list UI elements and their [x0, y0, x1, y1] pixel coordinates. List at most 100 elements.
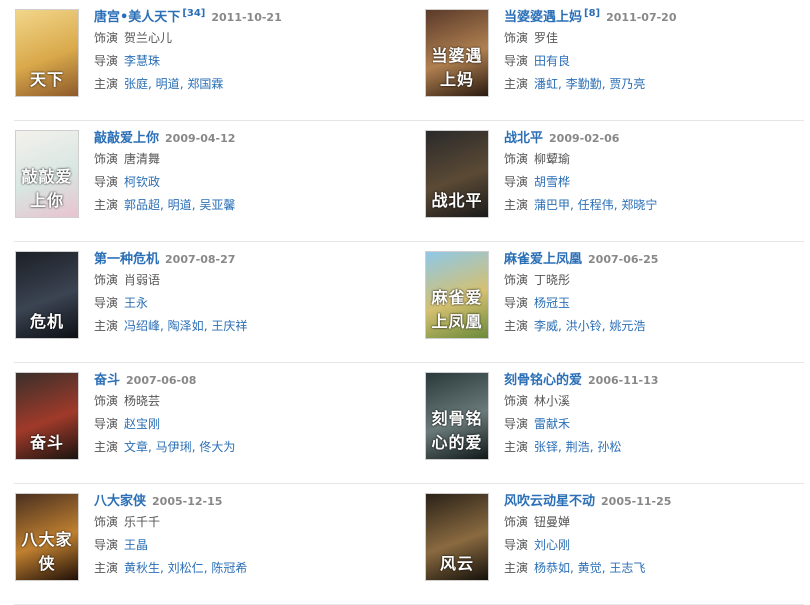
person-link[interactable]: 张铎 — [534, 440, 558, 454]
role-name: 丁晓彤 — [534, 273, 571, 287]
poster-image[interactable]: 风云 — [425, 493, 489, 581]
role-name: 贺兰心儿 — [124, 31, 173, 45]
director-line: 导演 赵宝刚 — [94, 413, 404, 436]
person-link[interactable]: 陶泽如 — [168, 319, 204, 333]
person-link[interactable]: 孙松 — [597, 440, 621, 454]
poster-title-text: 八大家侠 — [21, 530, 73, 573]
title-line: 麻雀爱上凤凰 2007-06-25 — [504, 249, 810, 269]
person-link[interactable]: 雷献禾 — [534, 417, 570, 431]
drama-title-link[interactable]: 刻骨铭心的爱 — [504, 373, 582, 388]
title-line: 当婆婆遇上妈 [8] 2011-07-20 — [504, 7, 810, 27]
poster-title-text: 麻雀爱上凤凰 — [431, 288, 483, 331]
title-line: 风吹云动星不动 2005-11-25 — [504, 491, 810, 511]
person-link[interactable]: 蒲巴甲 — [534, 198, 570, 212]
person-link[interactable]: 张庭 — [124, 77, 148, 91]
poster-image[interactable]: 当婆遇上妈 — [425, 9, 489, 97]
person-link[interactable]: 王永 — [124, 296, 148, 310]
person-link[interactable]: 黄觉 — [578, 561, 602, 575]
person-link[interactable]: 冯绍峰 — [124, 319, 160, 333]
poster-image[interactable]: 刻骨铭心的爱 — [425, 372, 489, 460]
person-link[interactable]: 佟大为 — [199, 440, 235, 454]
person-link[interactable]: 刘心刚 — [534, 538, 570, 552]
name-separator: , — [558, 77, 566, 91]
release-date: 2007-08-27 — [165, 253, 236, 266]
person-link[interactable]: 荆浩 — [566, 440, 590, 454]
poster-title-text: 危机 — [29, 312, 64, 331]
meta-label: 主演 — [504, 561, 529, 575]
person-link[interactable]: 文章 — [124, 440, 148, 454]
drama-title-link[interactable]: 八大家侠 — [94, 494, 146, 509]
director-line: 导演 李慧珠 — [94, 50, 404, 73]
person-link[interactable]: 郑国霖 — [187, 77, 223, 91]
drama-title-link[interactable]: 战北平 — [504, 131, 543, 146]
episode-count-link[interactable]: [8] — [584, 8, 600, 19]
director-line: 导演 田有良 — [504, 50, 810, 73]
drama-info: 唐宫•美人天下 [34] 2011-10-21 饰演 贺兰心儿 导演 李慧珠 主演 张庭, 明道… — [94, 7, 404, 96]
person-link[interactable]: 明道 — [168, 198, 192, 212]
person-link[interactable]: 贾乃亮 — [609, 77, 645, 91]
person-link[interactable]: 马伊琍 — [156, 440, 192, 454]
role-name: 钮曼婵 — [534, 515, 571, 529]
person-link[interactable]: 柯钦政 — [124, 175, 160, 189]
person-link[interactable]: 王志飞 — [609, 561, 645, 575]
person-link[interactable]: 田有良 — [534, 54, 570, 68]
poster-title-text: 当婆遇上妈 — [431, 46, 483, 89]
meta-label: 主演 — [94, 77, 119, 91]
poster-image[interactable]: 危机 — [15, 251, 79, 339]
person-link[interactable]: 李勤勤 — [566, 77, 602, 91]
poster-image[interactable]: 八大家侠 — [15, 493, 79, 581]
drama-item: 八大家侠 八大家侠 2005-12-15 饰演 乐千千 导演 王晶 主演 黄秋生, 刘松仁, 陈… — [15, 491, 405, 601]
role-line: 饰演 杨晓芸 — [94, 390, 404, 413]
drama-info: 麻雀爱上凤凰 2007-06-25 饰演 丁晓彤 导演 杨冠玉 主演 李威, 洪小铃, 姚元浩 — [504, 249, 810, 338]
person-link[interactable]: 陈冠希 — [211, 561, 247, 575]
poster-image[interactable]: 战北平 — [425, 130, 489, 218]
drama-title-link[interactable]: 奋斗 — [94, 373, 120, 388]
person-link[interactable]: 洪小铃 — [566, 319, 602, 333]
person-link[interactable]: 郭品超 — [124, 198, 160, 212]
person-link[interactable]: 吴亚馨 — [199, 198, 235, 212]
director-line: 导演 柯钦政 — [94, 171, 404, 194]
person-link[interactable]: 黄秋生 — [124, 561, 160, 575]
person-link[interactable]: 潘虹 — [534, 77, 558, 91]
title-line: 奋斗 2007-06-08 — [94, 370, 404, 390]
poster-image[interactable]: 敲敲爱上你 — [15, 130, 79, 218]
person-link[interactable]: 明道 — [156, 77, 180, 91]
poster-title-text: 刻骨铭心的爱 — [431, 409, 483, 452]
poster-title-text: 战北平 — [431, 191, 483, 210]
drama-title-link[interactable]: 第一种危机 — [94, 252, 159, 267]
poster-image[interactable]: 麻雀爱上凤凰 — [425, 251, 489, 339]
person-link[interactable]: 杨恭如 — [534, 561, 570, 575]
person-link[interactable]: 任程伟 — [578, 198, 614, 212]
director-line: 导演 胡雪桦 — [504, 171, 810, 194]
drama-title-link[interactable]: 麻雀爱上凤凰 — [504, 252, 582, 267]
drama-list: 天下 唐宫•美人天下 [34] 2011-10-21 饰演 贺兰心儿 导演 李慧珠 主演 张庭, … — [0, 0, 810, 605]
role-name: 杨晓芸 — [124, 394, 161, 408]
drama-info: 当婆婆遇上妈 [8] 2011-07-20 饰演 罗佳 导演 田有良 主演 潘虹, 李勤勤, 贾… — [504, 7, 810, 96]
drama-info: 八大家侠 2005-12-15 饰演 乐千千 导演 王晶 主演 黄秋生, 刘松仁, 陈冠希 — [94, 491, 404, 580]
meta-label: 主演 — [94, 198, 119, 212]
drama-title-link[interactable]: 敲敲爱上你 — [94, 131, 159, 146]
drama-title-link[interactable]: 唐宫•美人天下 — [94, 10, 180, 25]
episode-count-link[interactable]: [34] — [182, 8, 205, 19]
person-link[interactable]: 胡雪桦 — [534, 175, 570, 189]
poster-image[interactable]: 天下 — [15, 9, 79, 97]
meta-label: 导演 — [504, 296, 529, 310]
role-name: 乐千千 — [124, 515, 161, 529]
person-link[interactable]: 王庆祥 — [211, 319, 247, 333]
drama-item: 刻骨铭心的爱 刻骨铭心的爱 2006-11-13 饰演 林小溪 导演 雷献禾 主演 张铎, 荆浩… — [425, 370, 810, 480]
person-link[interactable]: 姚元浩 — [609, 319, 645, 333]
person-link[interactable]: 李威 — [534, 319, 558, 333]
person-link[interactable]: 王晶 — [124, 538, 148, 552]
person-link[interactable]: 刘松仁 — [168, 561, 204, 575]
poster-image[interactable]: 奋斗 — [15, 372, 79, 460]
person-link[interactable]: 郑晓宁 — [621, 198, 657, 212]
meta-label: 饰演 — [94, 31, 119, 45]
person-link[interactable]: 赵宝刚 — [124, 417, 160, 431]
drama-title-link[interactable]: 当婆婆遇上妈 — [504, 10, 582, 25]
title-line: 八大家侠 2005-12-15 — [94, 491, 404, 511]
person-link[interactable]: 杨冠玉 — [534, 296, 570, 310]
name-separator: , — [570, 561, 578, 575]
person-link[interactable]: 李慧珠 — [124, 54, 160, 68]
poster-title-text: 敲敲爱上你 — [21, 167, 73, 210]
drama-title-link[interactable]: 风吹云动星不动 — [504, 494, 595, 509]
